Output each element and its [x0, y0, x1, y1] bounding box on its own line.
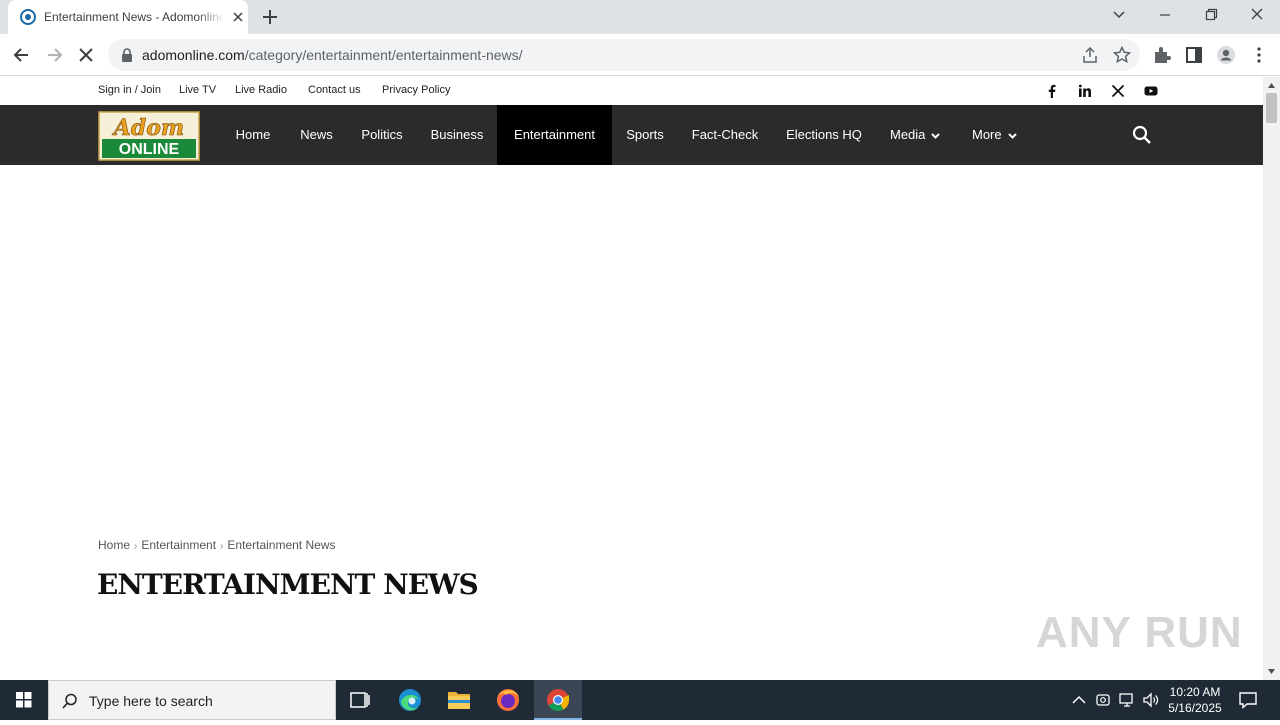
meet-now-icon[interactable]	[1094, 691, 1112, 709]
minimize-icon[interactable]	[1152, 4, 1178, 26]
clock-date: 5/16/2025	[1168, 701, 1222, 715]
linkedin-icon[interactable]	[1078, 84, 1092, 98]
windows-taskbar: Type here to search 10:20 AM 5/16/2025	[0, 680, 1280, 720]
search-icon[interactable]	[1131, 124, 1153, 146]
nav-more-label: More	[972, 127, 1002, 142]
edge-browser-icon[interactable]	[386, 680, 434, 720]
nav-more[interactable]: More	[960, 105, 1034, 165]
live-tv-link[interactable]: Live TV	[179, 84, 216, 96]
nav-sports[interactable]: Sports	[614, 105, 676, 165]
volume-icon[interactable]	[1142, 691, 1160, 709]
tab-search-chevron-icon[interactable]	[1106, 4, 1132, 26]
task-view-icon[interactable]	[336, 680, 384, 720]
close-window-icon[interactable]	[1244, 4, 1270, 26]
firefox-icon[interactable]	[484, 680, 532, 720]
windows-start-icon[interactable]	[0, 680, 48, 720]
live-radio-link[interactable]: Live Radio	[235, 84, 287, 96]
extensions-icon[interactable]	[1152, 45, 1172, 65]
side-panel-icon[interactable]	[1184, 45, 1204, 65]
adom-online-logo[interactable]: Adom ONLINE	[98, 111, 200, 161]
taskbar-search-placeholder: Type here to search	[89, 693, 213, 709]
show-hidden-icons-chevron-icon[interactable]	[1070, 691, 1088, 709]
page-scrollbar[interactable]	[1263, 77, 1280, 680]
breadcrumb-separator: ›	[134, 541, 138, 552]
system-clock[interactable]: 10:20 AM 5/16/2025	[1160, 684, 1230, 716]
url-path: /category/entertainment/entertainment-ne…	[244, 47, 523, 63]
nav-media-label: Media	[890, 127, 926, 142]
breadcrumb-current: Entertainment News	[227, 538, 336, 552]
logo-line2: ONLINE	[119, 141, 180, 158]
forward-icon[interactable]	[44, 45, 64, 65]
scroll-up-arrow-icon[interactable]	[1267, 81, 1276, 90]
nav-entertainment[interactable]: Entertainment	[497, 105, 612, 165]
breadcrumb-separator: ›	[220, 541, 224, 552]
share-icon[interactable]	[1080, 45, 1100, 65]
chevron-down-icon	[931, 132, 941, 139]
browser-tab-strip: Entertainment News - Adomonline.com	[0, 0, 1280, 34]
chevron-down-icon	[1007, 132, 1017, 139]
nav-fact-check[interactable]: Fact-Check	[680, 105, 770, 165]
anyrun-watermark: ANY RUN	[1036, 608, 1243, 657]
stop-loading-icon[interactable]	[76, 45, 96, 65]
nav-business[interactable]: Business	[418, 105, 496, 165]
browser-menu-icon[interactable]	[1249, 45, 1269, 65]
back-icon[interactable]	[12, 45, 32, 65]
nav-home[interactable]: Home	[222, 105, 284, 165]
facebook-icon[interactable]	[1045, 84, 1059, 98]
privacy-policy-link[interactable]: Privacy Policy	[382, 84, 450, 96]
notification-center-icon[interactable]	[1238, 690, 1258, 710]
chrome-icon	[547, 689, 569, 711]
contact-us-link[interactable]: Contact us	[308, 84, 361, 96]
tab-title: Entertainment News - Adomonline.com	[44, 10, 224, 24]
nav-politics[interactable]: Politics	[348, 105, 416, 165]
scrollbar-thumb[interactable]	[1266, 93, 1277, 123]
sign-in-link[interactable]: Sign in / Join	[98, 84, 161, 96]
url-domain: adomonline.com	[142, 47, 245, 63]
profile-avatar-icon[interactable]	[1216, 45, 1236, 65]
youtube-icon[interactable]	[1144, 84, 1158, 98]
lock-icon[interactable]	[120, 47, 134, 63]
site-top-bar: Sign in / Join Live TV Live Radio Contac…	[0, 77, 1263, 105]
taskbar-search-box[interactable]: Type here to search	[48, 680, 336, 720]
bookmark-star-icon[interactable]	[1112, 45, 1132, 65]
nav-media[interactable]: Media	[878, 105, 956, 165]
chrome-taskbar-button[interactable]	[534, 680, 582, 720]
restore-icon[interactable]	[1198, 4, 1224, 26]
search-icon	[62, 693, 77, 709]
browser-tab[interactable]: Entertainment News - Adomonline.com	[8, 0, 248, 34]
breadcrumb-entertainment[interactable]: Entertainment	[141, 538, 216, 552]
file-explorer-icon[interactable]	[435, 680, 483, 720]
breadcrumb-home[interactable]: Home	[98, 538, 130, 552]
browser-toolbar: adomonline.com/category/entertainment/en…	[0, 34, 1280, 76]
close-tab-icon[interactable]	[230, 9, 246, 25]
clock-time: 10:20 AM	[1169, 685, 1221, 699]
logo-line1: Adom	[112, 115, 184, 141]
address-bar[interactable]: adomonline.com/category/entertainment/en…	[108, 39, 1140, 71]
nav-news[interactable]: News	[288, 105, 345, 165]
scroll-down-arrow-icon[interactable]	[1267, 667, 1276, 676]
new-tab-icon[interactable]	[261, 8, 279, 26]
logo-graphic: Adom ONLINE	[98, 111, 200, 161]
nav-elections-hq[interactable]: Elections HQ	[774, 105, 874, 165]
site-favicon-icon	[20, 9, 36, 25]
x-twitter-icon[interactable]	[1111, 84, 1125, 98]
page-title: ENTERTAINMENT NEWS	[97, 568, 479, 601]
network-icon[interactable]	[1118, 691, 1136, 709]
breadcrumb: Home › Entertainment › Entertainment News	[98, 538, 335, 552]
main-navigation: Adom ONLINE Home News Politics Business …	[0, 105, 1263, 165]
url-text: adomonline.com/category/entertainment/en…	[142, 47, 523, 63]
